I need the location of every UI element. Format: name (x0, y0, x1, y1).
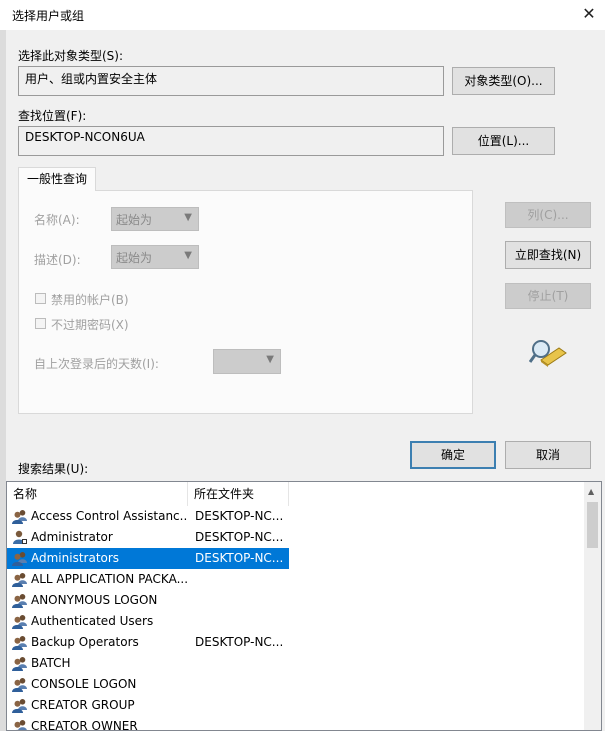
list-item-folder: DESKTOP-NC... (195, 509, 284, 523)
location-field: DESKTOP-NCON6UA (18, 126, 444, 156)
search-results-label: 搜索结果(U): (18, 462, 89, 476)
location-label: 查找位置(F): (18, 109, 87, 123)
list-item-name: CREATOR OWNER (31, 719, 138, 731)
object-types-button[interactable]: 对象类型(O)... (452, 67, 555, 95)
list-item-name: ANONYMOUS LOGON (31, 593, 158, 607)
vertical-scrollbar[interactable]: ▲ (584, 482, 601, 730)
list-item-name: Access Control Assistanc... (31, 509, 187, 523)
object-type-label: 选择此对象类型(S): (18, 49, 124, 63)
find-now-button[interactable]: 立即查找(N) (505, 241, 591, 269)
tab-common-queries[interactable]: 一般性查询 (18, 167, 96, 191)
list-item-folder: DESKTOP-NC... (195, 530, 284, 544)
list-item[interactable]: Administrators DESKTOP-NC... (7, 548, 289, 569)
chevron-down-icon: ▼ (184, 212, 192, 223)
group-icon (12, 551, 28, 566)
list-item[interactable]: BATCH (7, 653, 289, 674)
list-item-name: Administrators (31, 551, 120, 565)
list-item[interactable]: ANONYMOUS LOGON (7, 590, 289, 611)
group-icon (12, 614, 28, 629)
non-expiring-password-label: 不过期密码(X) (51, 318, 129, 332)
name-starts-with-combo[interactable]: 起始为 ▼ (111, 207, 199, 231)
locations-button[interactable]: 位置(L)... (452, 127, 555, 155)
list-item-name: CONSOLE LOGON (31, 677, 137, 691)
group-icon (12, 635, 28, 650)
group-icon (12, 677, 28, 692)
list-item[interactable]: ALL APPLICATION PACKA... (7, 569, 289, 590)
list-item[interactable]: Backup Operators DESKTOP-NC... (7, 632, 289, 653)
list-item-folder: DESKTOP-NC... (195, 635, 284, 649)
chevron-down-icon: ▼ (184, 250, 192, 261)
group-icon (12, 656, 28, 671)
desc-combo-value: 起始为 (116, 251, 153, 265)
group-icon (12, 593, 28, 608)
scrollbar-thumb[interactable] (587, 502, 598, 548)
user-icon (12, 530, 28, 545)
chevron-down-icon: ▼ (266, 354, 274, 365)
scroll-up-icon[interactable]: ▲ (588, 487, 594, 496)
list-item-name: Authenticated Users (31, 614, 154, 628)
list-item-name: Backup Operators (31, 635, 139, 649)
group-icon (12, 698, 28, 713)
list-item-folder: DESKTOP-NC... (195, 551, 284, 565)
description-starts-with-combo[interactable]: 起始为 ▼ (111, 245, 199, 269)
list-item-name: ALL APPLICATION PACKA... (31, 572, 187, 586)
disabled-accounts-label: 禁用的帐户(B) (51, 293, 129, 307)
list-item[interactable]: Access Control Assistanc... DESKTOP-NC... (7, 506, 289, 527)
list-item[interactable]: CONSOLE LOGON (7, 674, 289, 695)
group-icon (12, 572, 28, 587)
list-item[interactable]: Administrator DESKTOP-NC... (7, 527, 289, 548)
close-icon[interactable]: ✕ (578, 3, 600, 25)
stop-button[interactable]: 停止(T) (505, 283, 591, 309)
list-item[interactable]: Authenticated Users (7, 611, 289, 632)
ok-button[interactable]: 确定 (410, 441, 496, 469)
name-label: 名称(A): (34, 213, 80, 227)
days-since-logon-label: 自上次登录后的天数(I): (34, 357, 159, 371)
cancel-button[interactable]: 取消 (505, 441, 591, 469)
search-icon (529, 340, 567, 367)
non-expiring-password-checkbox[interactable] (35, 318, 46, 329)
list-item[interactable]: CREATOR OWNER (7, 716, 289, 731)
disabled-accounts-checkbox[interactable] (35, 293, 46, 304)
column-header-name[interactable]: 名称 (7, 482, 188, 506)
list-item-name: BATCH (31, 656, 71, 670)
group-icon (12, 509, 28, 524)
list-item[interactable]: CREATOR GROUP (7, 695, 289, 716)
group-icon (12, 719, 28, 730)
description-label: 描述(D): (34, 253, 81, 267)
days-since-logon-combo[interactable]: ▼ (213, 349, 281, 374)
column-header-folder[interactable]: 所在文件夹 (188, 482, 289, 506)
title-bar (0, 0, 605, 30)
name-combo-value: 起始为 (116, 213, 153, 227)
columns-button[interactable]: 列(C)... (505, 202, 591, 228)
window-title: 选择用户或组 (12, 9, 85, 23)
search-results-list[interactable]: 名称 所在文件夹 Access Control Assistanc... DESK… (6, 481, 602, 731)
object-type-field: 用户、组或内置安全主体 (18, 66, 444, 96)
list-item-name: Administrator (31, 530, 113, 544)
list-item-name: CREATOR GROUP (31, 698, 135, 712)
